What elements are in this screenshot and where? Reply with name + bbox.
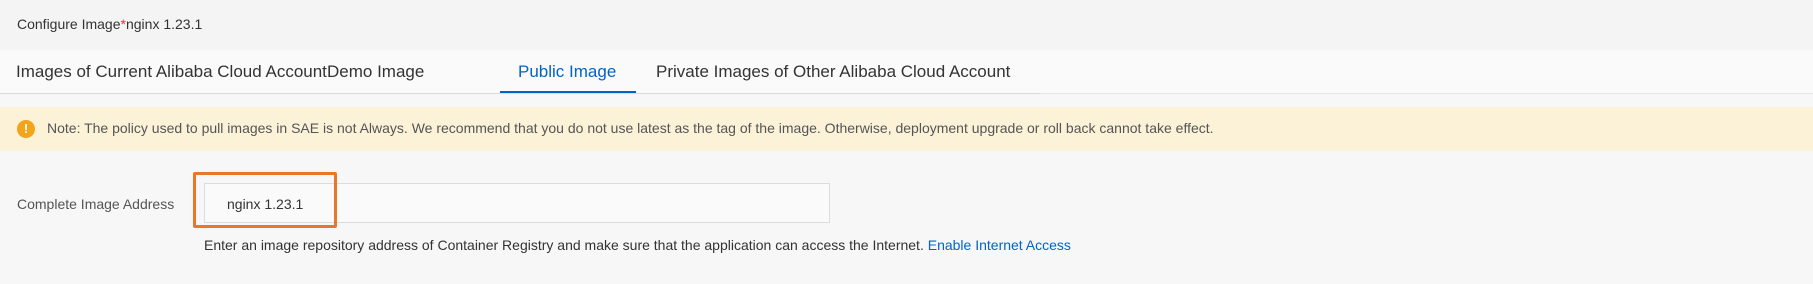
notice-text: Note: The policy used to pull images in … xyxy=(47,120,1214,136)
warning-icon: ! xyxy=(17,120,35,138)
enable-internet-access-link[interactable]: Enable Internet Access xyxy=(928,237,1071,253)
dialog-header: Configure Image*nginx 1.23.1 xyxy=(0,0,1813,50)
title-prefix: Configure Image xyxy=(17,16,121,32)
active-tab-indicator xyxy=(500,91,636,93)
tab-demo-image[interactable]: Demo Image xyxy=(327,62,424,82)
tab-other-account-private-images[interactable]: Private Images of Other Alibaba Cloud Ac… xyxy=(656,62,1010,82)
page-title: Configure Image*nginx 1.23.1 xyxy=(17,16,202,32)
tab-public-image[interactable]: Public Image xyxy=(518,62,616,82)
image-address-help: Enter an image repository address of Con… xyxy=(204,237,1071,253)
title-value: nginx 1.23.1 xyxy=(125,16,203,32)
policy-notice: ! Note: The policy used to pull images i… xyxy=(0,107,1813,151)
image-address-label: Complete Image Address xyxy=(17,196,175,212)
tabs-strip: Images of Current Alibaba Cloud Account … xyxy=(0,50,1040,94)
tab-current-account-images[interactable]: Images of Current Alibaba Cloud Account xyxy=(16,62,327,82)
image-source-tabs: Images of Current Alibaba Cloud Account … xyxy=(0,50,1813,94)
highlight-annotation xyxy=(193,172,337,228)
help-text: Enter an image repository address of Con… xyxy=(204,237,924,253)
